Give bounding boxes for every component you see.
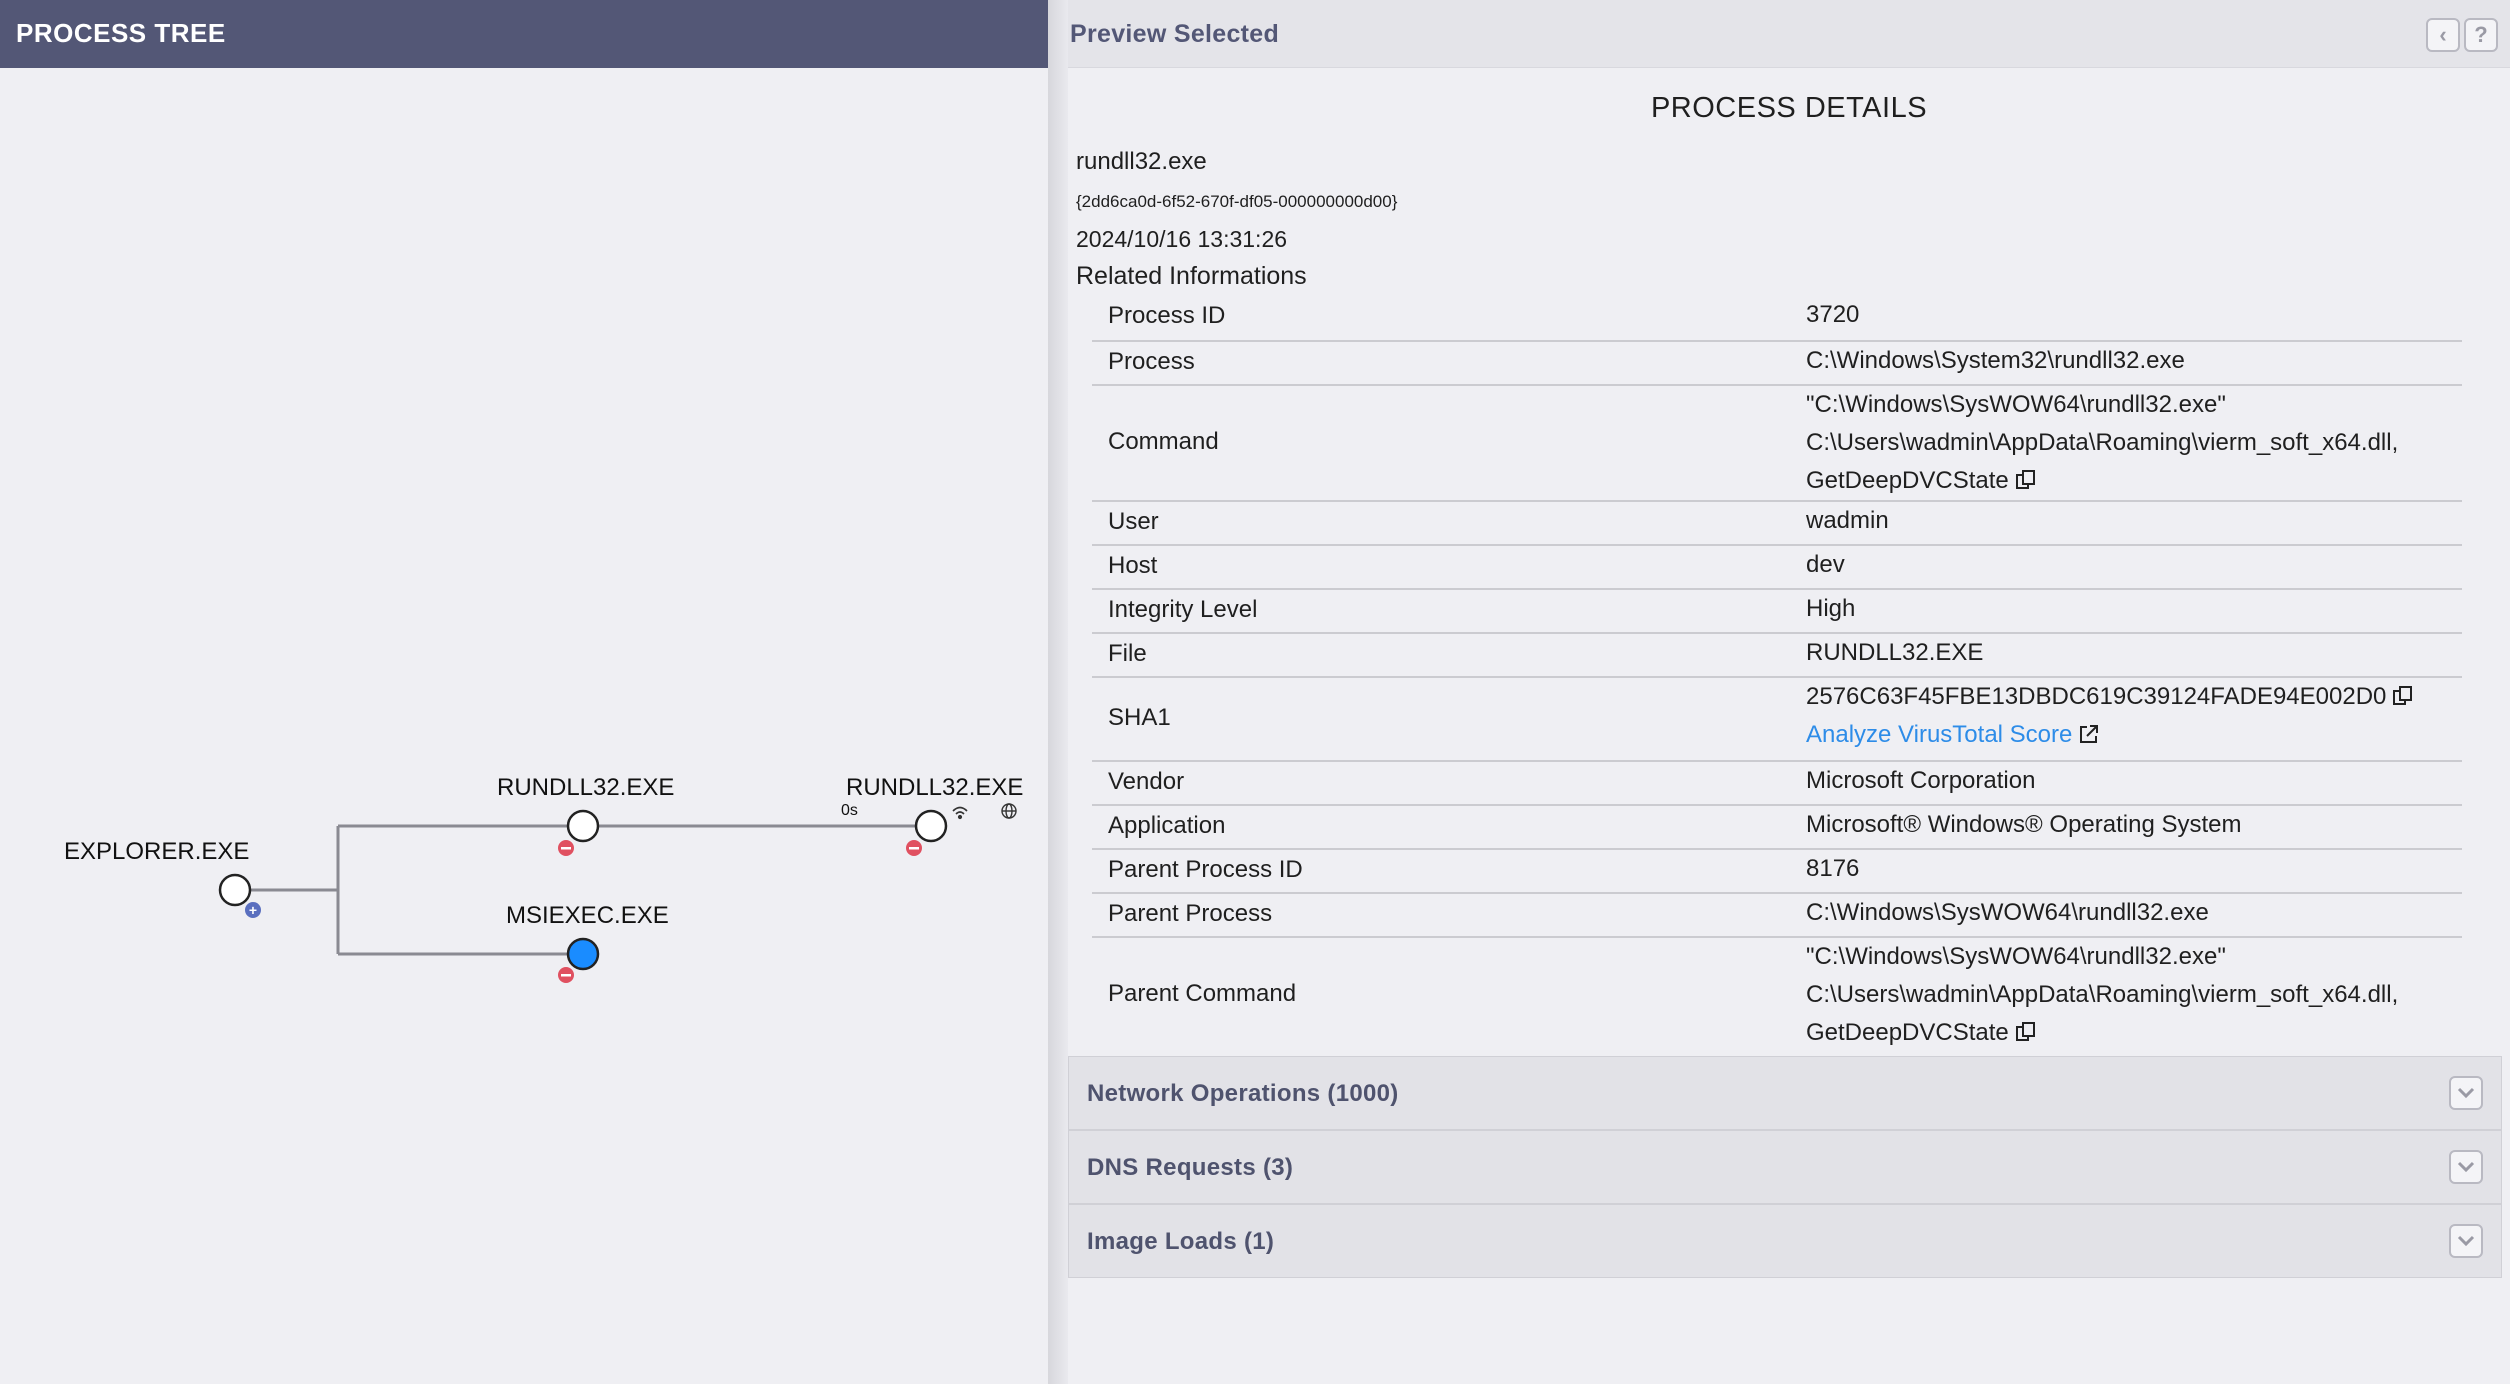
svg-text:+: + bbox=[249, 902, 257, 918]
detail-value: wadmin bbox=[1806, 507, 1889, 534]
parent-command-line-1: "C:\Windows\SysWOW64\rundll32.exe" bbox=[1806, 943, 2226, 970]
node-rundll32-child[interactable] bbox=[566, 809, 600, 843]
detail-key: Integrity Level bbox=[1108, 596, 1258, 623]
detail-value: Microsoft Corporation bbox=[1806, 767, 2036, 794]
node-label-rundll32-grandchild: RUNDLL32.EXE bbox=[846, 774, 1024, 801]
detail-key: User bbox=[1108, 508, 1159, 535]
command-value: "C:\Windows\SysWOW64\rundll32.exe" C:\Us… bbox=[1806, 386, 2398, 500]
detail-row-file: File RUNDLL32.EXE bbox=[1092, 634, 2462, 678]
detail-key: Command bbox=[1108, 428, 1219, 455]
detail-key: Parent Process bbox=[1108, 900, 1273, 927]
detail-row-parent-pid: Parent Process ID 8176 bbox=[1092, 850, 2462, 894]
node-label-explorer: EXPLORER.EXE bbox=[64, 838, 250, 865]
detail-key: File bbox=[1108, 640, 1147, 667]
remove-badge[interactable] bbox=[558, 967, 574, 983]
tree-edges bbox=[235, 824, 916, 956]
wifi-icon bbox=[952, 806, 968, 820]
help-icon[interactable]: ? bbox=[2464, 18, 2498, 52]
accordion-label: Image Loads (1) bbox=[1087, 1228, 1275, 1255]
preview-title: Preview Selected bbox=[1070, 20, 1280, 48]
process-name: rundll32.exe bbox=[1076, 148, 1207, 175]
node-label-rundll32-child: RUNDLL32.EXE bbox=[497, 774, 675, 801]
chevron-down-icon[interactable] bbox=[2449, 1076, 2483, 1110]
preview-header: Preview Selected ‹ ? bbox=[1068, 0, 2510, 68]
command-line-3-text: GetDeepDVCState bbox=[1806, 467, 2009, 494]
detail-value: High bbox=[1806, 595, 1856, 622]
expand-badge[interactable]: + bbox=[245, 902, 261, 918]
chevron-down-icon[interactable] bbox=[2449, 1150, 2483, 1184]
detail-row-process-id: Process ID 3720 bbox=[1092, 292, 2462, 342]
process-timestamp: 2024/10/16 13:31:26 bbox=[1076, 226, 1288, 252]
command-line-3: GetDeepDVCState bbox=[1806, 462, 2398, 500]
copy-icon[interactable] bbox=[2392, 685, 2414, 707]
detail-row-vendor: Vendor Microsoft Corporation bbox=[1092, 762, 2462, 806]
accordion-dns-requests[interactable]: DNS Requests (3) bbox=[1068, 1130, 2502, 1204]
detail-value: C:\Windows\System32\rundll32.exe bbox=[1806, 347, 2185, 374]
sha1-value: 2576C63F45FBE13DBDC619C39124FADE94E002D0… bbox=[1806, 678, 2414, 754]
detail-row-parent-command: Parent Command "C:\Windows\SysWOW64\rund… bbox=[1092, 938, 2462, 1058]
process-tree-graph: + bbox=[218, 803, 1017, 983]
virustotal-line: Analyze VirusTotal Score bbox=[1806, 716, 2414, 754]
process-tree-title: PROCESS TREE bbox=[0, 0, 1048, 68]
sha1-hash: 2576C63F45FBE13DBDC619C39124FADE94E002D0 bbox=[1806, 683, 2387, 710]
sha1-line: 2576C63F45FBE13DBDC619C39124FADE94E002D0 bbox=[1806, 678, 2414, 716]
virustotal-link[interactable]: Analyze VirusTotal Score bbox=[1806, 721, 2072, 748]
detail-value: 3720 bbox=[1806, 301, 1860, 328]
remove-badge[interactable] bbox=[558, 840, 574, 856]
parent-command-line-2: C:\Users\wadmin\AppData\Roaming\vierm_so… bbox=[1806, 981, 2399, 1008]
detail-value: RUNDLL32.EXE bbox=[1806, 639, 1984, 666]
detail-value: 8176 bbox=[1806, 855, 1860, 882]
node-explorer[interactable] bbox=[218, 873, 252, 907]
process-tree-panel: PROCESS TREE + EXPLORER.EXE RUNDLL32.EXE… bbox=[0, 0, 1048, 1384]
accordion-label: Network Operations (1000) bbox=[1087, 1080, 1399, 1107]
accordion-network-operations[interactable]: Network Operations (1000) bbox=[1068, 1056, 2502, 1130]
accordion-image-loads[interactable]: Image Loads (1) bbox=[1068, 1204, 2502, 1278]
detail-row-command: Command "C:\Windows\SysWOW64\rundll32.ex… bbox=[1092, 386, 2462, 502]
parent-command-line-3: GetDeepDVCState bbox=[1806, 1014, 2398, 1052]
parent-command-value: "C:\Windows\SysWOW64\rundll32.exe" C:\Us… bbox=[1806, 938, 2398, 1052]
back-icon[interactable]: ‹ bbox=[2426, 18, 2460, 52]
related-informations-label: Related Informations bbox=[1076, 262, 1307, 290]
detail-key: Parent Command bbox=[1108, 980, 1297, 1007]
detail-value: dev bbox=[1806, 551, 1845, 578]
parent-command-line-3-text: GetDeepDVCState bbox=[1806, 1019, 2009, 1046]
detail-key: Host bbox=[1108, 552, 1158, 579]
details-table: Process ID 3720 Process C:\Windows\Syste… bbox=[1092, 292, 2462, 1058]
chevron-down-icon[interactable] bbox=[2449, 1224, 2483, 1258]
command-line-1: "C:\Windows\SysWOW64\rundll32.exe" bbox=[1806, 391, 2226, 418]
detail-key: Parent Process ID bbox=[1108, 856, 1303, 883]
detail-key: SHA1 bbox=[1108, 704, 1171, 731]
external-link-icon[interactable] bbox=[2078, 723, 2100, 745]
section-title: PROCESS DETAILS bbox=[1650, 92, 1928, 124]
detail-row-user: User wadmin bbox=[1092, 502, 2462, 546]
copy-icon[interactable] bbox=[2015, 1021, 2037, 1043]
globe-icon bbox=[1001, 803, 1017, 819]
detail-value: C:\Windows\SysWOW64\rundll32.exe bbox=[1806, 899, 2209, 926]
detail-row-application: Application Microsoft® Windows® Operatin… bbox=[1092, 806, 2462, 850]
detail-row-process: Process C:\Windows\System32\rundll32.exe bbox=[1092, 342, 2462, 386]
detail-key: Process ID bbox=[1108, 302, 1226, 329]
command-line-2: C:\Users\wadmin\AppData\Roaming\vierm_so… bbox=[1806, 429, 2399, 456]
detail-row-sha1: SHA1 2576C63F45FBE13DBDC619C39124FADE94E… bbox=[1092, 678, 2462, 762]
process-guid: {2dd6ca0d-6f52-670f-df05-000000000d00} bbox=[1076, 192, 1398, 211]
detail-key: Vendor bbox=[1108, 768, 1185, 795]
panel-divider[interactable] bbox=[1048, 0, 1068, 1384]
preview-panel: Preview Selected ‹ ? PROCESS DETAILS run… bbox=[1068, 0, 2510, 1384]
remove-badge[interactable] bbox=[906, 840, 922, 856]
detail-row-parent-process: Parent Process C:\Windows\SysWOW64\rundl… bbox=[1092, 894, 2462, 938]
node-rundll32-grandchild[interactable] bbox=[914, 809, 948, 843]
copy-icon[interactable] bbox=[2015, 469, 2037, 491]
detail-row-integrity: Integrity Level High bbox=[1092, 590, 2462, 634]
detail-value: Microsoft® Windows® Operating System bbox=[1806, 811, 2242, 838]
detail-key: Application bbox=[1108, 812, 1226, 839]
node-msiexec-selected[interactable] bbox=[566, 937, 600, 971]
detail-key: Process bbox=[1108, 348, 1195, 375]
edge-time-label: 0s bbox=[841, 802, 858, 819]
accordion-label: DNS Requests (3) bbox=[1087, 1154, 1294, 1181]
detail-row-host: Host dev bbox=[1092, 546, 2462, 590]
node-label-msiexec: MSIEXEC.EXE bbox=[506, 902, 669, 929]
